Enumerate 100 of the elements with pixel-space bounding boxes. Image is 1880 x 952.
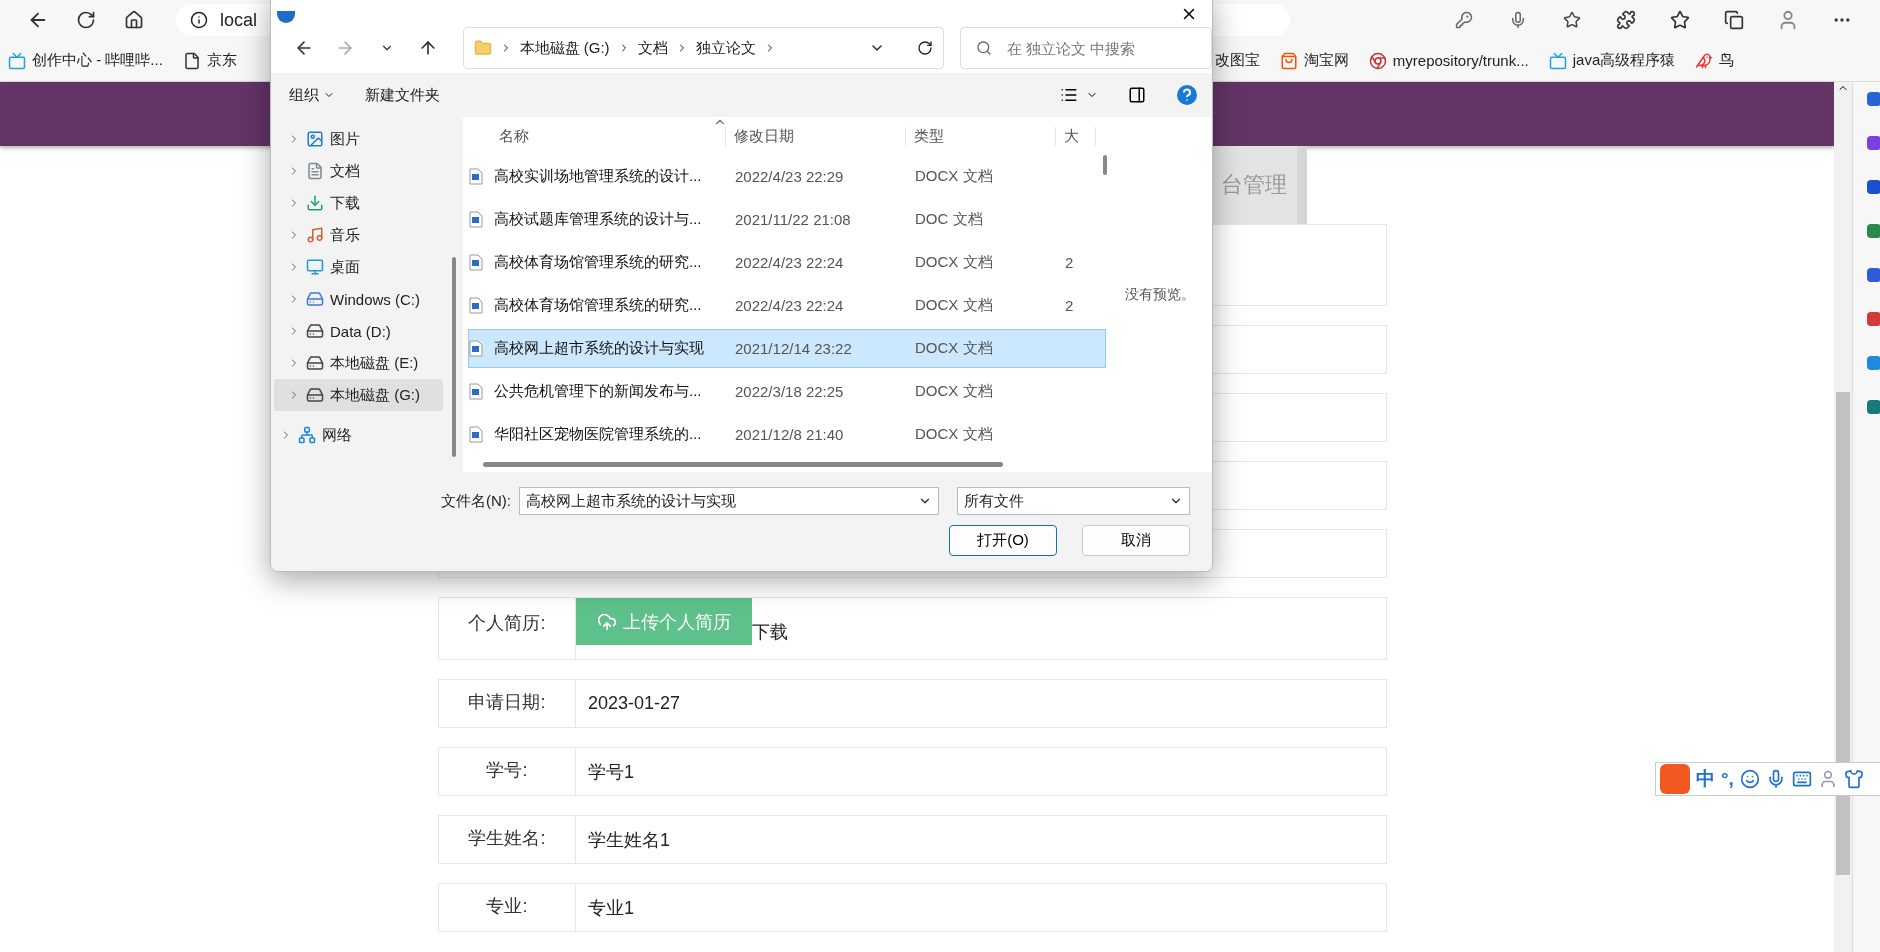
- app-icon: [277, 11, 295, 23]
- download-icon: [306, 194, 324, 212]
- search-field[interactable]: 在 独立论文 中搜索: [960, 27, 1212, 69]
- sidebar-app-icon[interactable]: [1867, 92, 1880, 106]
- bookmark-link[interactable]: myrepository/trunk...: [1368, 51, 1529, 70]
- bookmark-link[interactable]: 淘宝网: [1279, 51, 1349, 70]
- file-row[interactable]: 高校实训场地管理系统的设计... 2022/4/23 22:29 DOCX 文档: [468, 157, 1106, 196]
- nav-item[interactable]: Data (D:): [274, 315, 443, 347]
- document-icon: [469, 340, 483, 357]
- music-icon: [306, 226, 324, 244]
- scrollbar-thumb[interactable]: [1103, 155, 1107, 175]
- field-label: 学生姓名:: [439, 816, 576, 863]
- extensions-icon[interactable]: [1616, 10, 1636, 30]
- nav-item[interactable]: 音乐: [274, 219, 443, 251]
- refresh-icon[interactable]: [917, 40, 933, 56]
- nav-item[interactable]: 下载: [274, 187, 443, 219]
- preview-pane-icon[interactable]: [1128, 86, 1146, 104]
- bookmark-link[interactable]: 京东: [182, 51, 237, 70]
- nav-item[interactable]: 桌面: [274, 251, 443, 283]
- preview-message: 没有预览。: [1125, 285, 1195, 304]
- column-header[interactable]: 名称: [491, 126, 726, 146]
- path-segment[interactable]: 独立论文: [695, 38, 756, 58]
- tv-icon: [1548, 51, 1567, 70]
- reload-icon[interactable]: [76, 10, 96, 30]
- ime-logo-icon: [1660, 764, 1690, 794]
- filename-field[interactable]: 高校网上超市系统的设计与实现: [519, 487, 939, 515]
- filetype-select[interactable]: 所有文件: [957, 487, 1190, 515]
- sidebar-app-icon[interactable]: [1867, 268, 1880, 282]
- add-favorite-icon[interactable]: [1563, 11, 1581, 29]
- drive-icon: [306, 354, 324, 372]
- field-value: 2023-01-27: [587, 692, 682, 715]
- bookmark-link[interactable]: 改图宝: [1214, 51, 1260, 70]
- sidebar-app-icon[interactable]: [1867, 356, 1880, 370]
- column-header[interactable]: 类型: [906, 126, 1056, 146]
- field-value: 专业1: [587, 896, 635, 920]
- help-icon[interactable]: [1176, 84, 1198, 106]
- key-icon[interactable]: [1455, 11, 1473, 29]
- dialog-button[interactable]: 打开(O): [949, 525, 1057, 556]
- cloud-upload-icon: [597, 611, 617, 632]
- sidebar-app-icon[interactable]: [1867, 312, 1880, 326]
- home-icon[interactable]: [124, 10, 144, 30]
- nav-item[interactable]: 文档: [274, 155, 443, 187]
- file-row[interactable]: 高校体育场馆管理系统的研究... 2022/4/23 22:24 DOCX 文档 2: [468, 243, 1106, 282]
- collections-icon[interactable]: [1724, 10, 1744, 30]
- column-header[interactable]: 大: [1056, 126, 1096, 146]
- ime-mode[interactable]: 中: [1696, 766, 1715, 792]
- bookmark-link[interactable]: java高级程序猿: [1548, 51, 1676, 70]
- nav-item[interactable]: Windows (C:): [274, 283, 443, 315]
- path-segment[interactable]: 文档: [637, 38, 668, 58]
- keyboard-icon[interactable]: [1791, 769, 1812, 789]
- sidebar-app-icon[interactable]: [1867, 400, 1880, 414]
- bird-icon: [1695, 51, 1714, 70]
- download-link[interactable]: 下载: [752, 620, 788, 644]
- nav-item[interactable]: 网络: [274, 419, 443, 451]
- sidebar-app-icon[interactable]: [1867, 136, 1880, 150]
- page-icon: [182, 51, 201, 70]
- info-icon: [190, 11, 208, 29]
- filename-label: 文件名(N):: [441, 491, 511, 511]
- document-icon: [469, 168, 483, 185]
- document-icon: [306, 162, 324, 180]
- favorites-icon[interactable]: [1670, 10, 1690, 30]
- picture-icon: [306, 130, 324, 148]
- document-icon: [469, 297, 483, 314]
- file-row[interactable]: 高校体育场馆管理系统的研究... 2022/4/23 22:24 DOCX 文档 2: [468, 286, 1106, 325]
- field-value: 学号1: [587, 760, 635, 784]
- sidebar-app-icon[interactable]: [1867, 180, 1880, 194]
- view-icon[interactable]: [1060, 86, 1078, 104]
- nav-item[interactable]: 本地磁盘 (G:): [274, 379, 443, 411]
- file-row[interactable]: 华阳社区宠物医院管理系统的... 2021/12/8 21:40 DOCX 文档: [468, 415, 1106, 454]
- sidebar-app-icon[interactable]: [1867, 224, 1880, 238]
- dialog-button[interactable]: 取消: [1082, 525, 1190, 556]
- smiley-icon[interactable]: [1739, 769, 1760, 789]
- column-header[interactable]: 修改日期: [726, 126, 906, 146]
- scrollbar-thumb[interactable]: [452, 257, 456, 457]
- scrollbar[interactable]: [1834, 82, 1852, 952]
- bag-icon: [1279, 51, 1298, 70]
- scrollbar-thumb[interactable]: [483, 462, 1003, 467]
- bookmark-link[interactable]: 鸟: [1695, 51, 1735, 70]
- field-value: 学生姓名1: [587, 828, 671, 852]
- ime-punctuation[interactable]: °,: [1721, 768, 1734, 790]
- command-button[interactable]: 新建文件夹: [365, 85, 440, 105]
- desktop-icon: [306, 258, 324, 276]
- path-segment[interactable]: 本地磁盘 (G:): [519, 38, 610, 58]
- scrollbar-thumb[interactable]: [1836, 392, 1850, 875]
- shirt-icon[interactable]: [1843, 769, 1864, 789]
- command-button[interactable]: 组织: [289, 85, 335, 105]
- drive-icon: [306, 290, 324, 308]
- drive-icon: [306, 322, 324, 340]
- document-icon: [469, 254, 483, 271]
- file-row[interactable]: 公共危机管理下的新闻发布与... 2022/3/18 22:25 DOCX 文档: [468, 372, 1106, 411]
- path-bar[interactable]: 本地磁盘 (G:) 文档 独立论文: [462, 27, 944, 69]
- nav-item[interactable]: 图片: [274, 123, 443, 155]
- bookmark-link[interactable]: 创作中心 - 哔哩哔...: [8, 51, 163, 70]
- search-icon: [976, 40, 992, 56]
- nav-item[interactable]: 本地磁盘 (E:): [274, 347, 443, 379]
- network-icon: [298, 426, 316, 444]
- tv-icon: [8, 51, 26, 70]
- file-row[interactable]: 高校网上超市系统的设计与实现 2021/12/14 23:22 DOCX 文档: [468, 329, 1106, 368]
- file-row[interactable]: 高校试题库管理系统的设计与... 2021/11/22 21:08 DOC 文档: [468, 200, 1106, 239]
- document-icon: [469, 211, 483, 228]
